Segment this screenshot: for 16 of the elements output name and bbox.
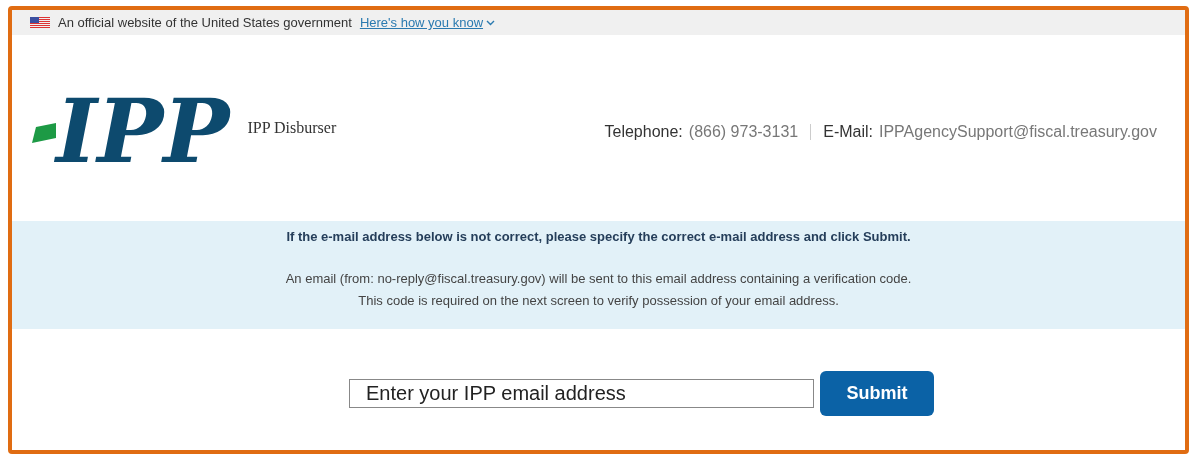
notice-text: This code is required on the next screen to verify possession of your email address.: [358, 292, 839, 310]
site-name: IPP Disburser: [247, 119, 337, 137]
telephone-number: (866) 973-3131: [688, 123, 799, 141]
notice-heading: If the e-mail address below is not correct, please specify the correct e-mail address and click Submit.: [286, 229, 911, 244]
logo: IPP: [56, 87, 232, 175]
email-label: E-Mail:: [823, 123, 873, 141]
telephone-label: Telephone:: [604, 123, 683, 141]
swoosh-icon: [32, 121, 56, 143]
chevron-icon: [486, 19, 496, 26]
support-email: IPPAgencySupport@fiscal.treasury.gov: [879, 123, 1157, 141]
official-website-notice: An official website of the United States government: [58, 15, 352, 30]
flag-icon: [30, 17, 50, 28]
email-input-field[interactable]: Enter your IPP email address: [349, 379, 814, 408]
how-you-know-link[interactable]: Here's how you know: [359, 15, 496, 30]
notice-text: An email (from: no-reply@fiscal.treasury.gov) will be sent to this email address containing a verification code.: [285, 270, 912, 288]
submit-button[interactable]: Submit: [820, 371, 934, 416]
